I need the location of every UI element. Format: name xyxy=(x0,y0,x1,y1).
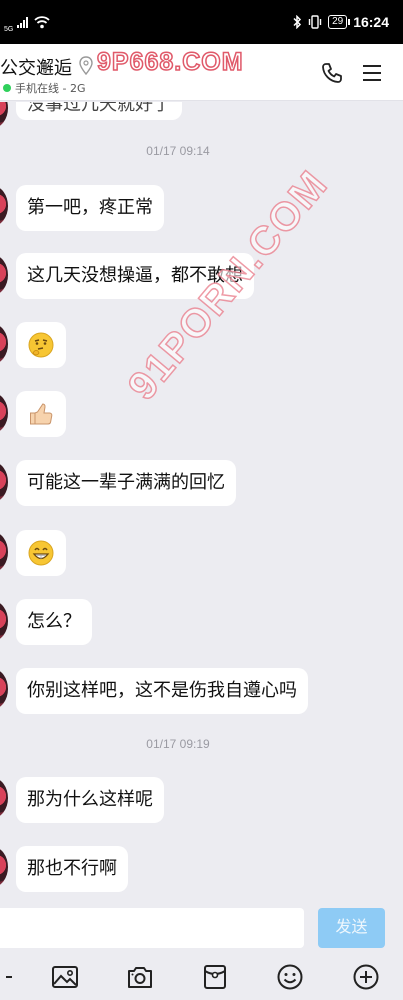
status-bar-left: 5G xyxy=(4,12,50,33)
timestamp: 01/17 09:14 xyxy=(146,144,210,158)
emoji-icon[interactable] xyxy=(276,963,304,991)
message-input[interactable] xyxy=(0,908,304,948)
avatar[interactable] xyxy=(0,669,8,709)
avatar[interactable] xyxy=(0,393,8,433)
message-bubble[interactable]: 第一吧，疼正常 xyxy=(16,185,164,231)
status-bar: 5G 29 16:24 xyxy=(0,0,403,44)
menu-button[interactable] xyxy=(359,60,385,86)
message-bubble[interactable]: 你别这样吧，这不是伤我自遵心吗 xyxy=(16,668,308,714)
bluetooth-icon xyxy=(293,15,302,29)
status-bar-right: 29 16:24 xyxy=(292,14,389,30)
avatar[interactable] xyxy=(0,778,8,818)
menu-icon xyxy=(363,65,381,81)
presence-text: 手机在线 - 2G xyxy=(15,82,86,95)
thinking-face-icon xyxy=(28,332,54,358)
signal-icon xyxy=(17,16,29,28)
avatar[interactable] xyxy=(0,255,8,295)
image-icon[interactable] xyxy=(51,963,79,991)
avatar[interactable] xyxy=(0,532,8,572)
location-pin-icon xyxy=(79,56,93,76)
message-bubble-emoji[interactable] xyxy=(16,391,66,437)
phone-icon xyxy=(322,63,342,83)
message-list[interactable]: 没事过几天就好了 01/17 09:14 第一吧，疼正常 这几天没想操逼，都不敢… xyxy=(0,102,403,902)
avatar[interactable] xyxy=(0,186,8,226)
contact-name[interactable]: 公交邂逅 xyxy=(0,54,72,80)
vibrate-icon xyxy=(308,15,322,29)
message-bubble[interactable]: 可能这一辈子满满的回忆 xyxy=(16,460,236,506)
avatar[interactable] xyxy=(0,847,8,887)
camera-icon[interactable] xyxy=(126,963,154,991)
input-toolbar xyxy=(0,955,403,1000)
call-button[interactable] xyxy=(319,60,345,86)
avatar[interactable] xyxy=(0,324,8,364)
wifi-icon xyxy=(34,16,50,29)
message-bubble[interactable]: 没事过几天就好了 xyxy=(16,102,182,120)
grinning-face-icon xyxy=(28,540,54,566)
message-bubble-emoji[interactable] xyxy=(16,322,66,368)
clock: 16:24 xyxy=(353,14,389,30)
online-dot-icon xyxy=(3,84,11,92)
message-bubble[interactable]: 这几天没想操逼，都不敢想 xyxy=(16,253,254,299)
voice-icon[interactable] xyxy=(0,963,14,991)
plus-icon[interactable] xyxy=(352,963,380,991)
message-bubble[interactable]: 那为什么这样呢 xyxy=(16,777,164,823)
presence-status: 手机在线 - 2G xyxy=(3,80,86,96)
message-bubble[interactable]: 那也不行啊 xyxy=(16,846,128,892)
composer: 发送 xyxy=(0,900,403,955)
watermark-top: 9P668.COM xyxy=(96,47,244,77)
network-type: 5G xyxy=(4,25,14,33)
battery-icon: 29 xyxy=(328,15,351,29)
message-bubble-emoji[interactable] xyxy=(16,530,66,576)
send-button[interactable]: 发送 xyxy=(318,908,385,948)
message-bubble[interactable]: 怎么？ xyxy=(16,599,92,645)
avatar[interactable] xyxy=(0,601,8,641)
avatar[interactable] xyxy=(0,462,8,502)
red-packet-icon[interactable] xyxy=(201,963,229,991)
thumbs-up-icon xyxy=(30,403,53,425)
avatar[interactable] xyxy=(0,102,8,128)
timestamp: 01/17 09:19 xyxy=(146,737,210,751)
